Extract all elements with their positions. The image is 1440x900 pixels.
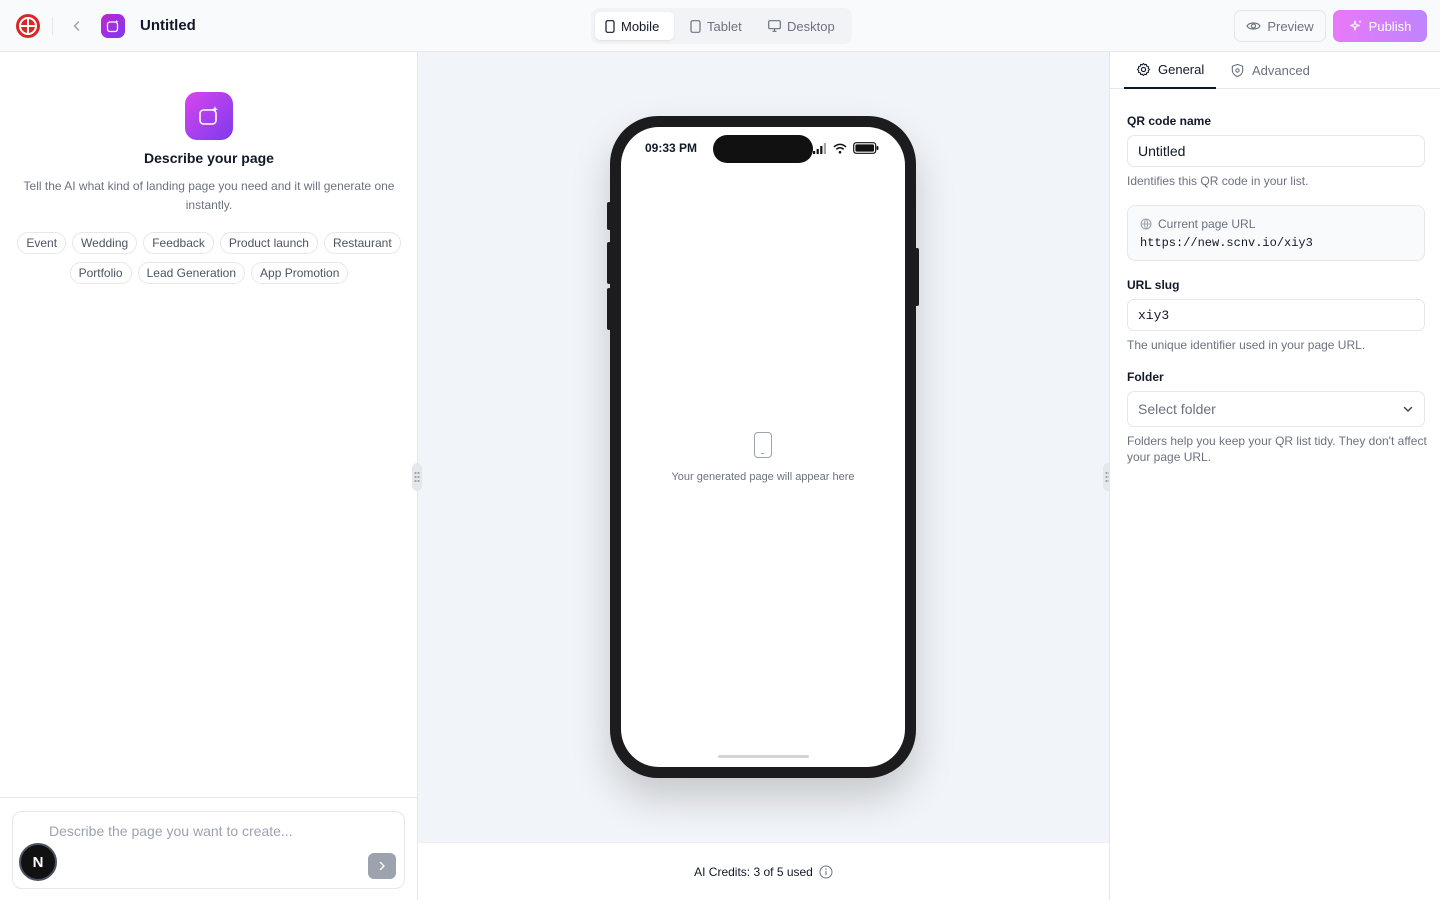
prompt-box [12,811,405,889]
preview-button[interactable]: Preview [1234,10,1326,42]
current-url-card: Current page URL https://new.scnv.io/xiy… [1127,205,1425,261]
qr-name-label: QR code name [1127,114,1212,128]
slug-label: URL slug [1127,278,1180,292]
credits-bar: AI Credits: 3 of 5 used [418,842,1109,900]
credits-row: AI Credits: 3 of 5 used [418,865,1109,879]
device-mobile-button[interactable]: Mobile [595,12,674,40]
chip-feedback[interactable]: Feedback [143,232,214,254]
sparkles-icon [1349,20,1362,31]
qr-name-input[interactable] [1127,135,1425,167]
suggestion-chips: Event Wedding Feedback Product launch Re… [14,232,404,284]
chip-app-promotion[interactable]: App Promotion [251,262,349,284]
current-url-label: Current page URL [1158,217,1256,231]
top-bar: Untitled Mobile Tablet Desktop Preview P… [0,0,1440,52]
folder-help: Folders help you keep your QR list tidy.… [1127,434,1427,464]
empty-state-text: Your generated page will appear here [671,471,855,483]
qr-name-help: Identifies this QR code in your list. [1127,174,1309,188]
back-button[interactable] [66,15,88,37]
phone-side-button [607,202,611,230]
eye-icon [1246,22,1262,30]
tab-general[interactable]: General [1124,52,1217,89]
prompt-area [0,797,417,900]
dynamic-island [713,135,813,163]
chevron-left-icon [73,21,80,31]
panel-title: Describe your page [144,150,274,166]
device-desktop-button[interactable]: Desktop [758,12,846,40]
current-url-title: Current page URL [1140,217,1255,231]
page-sparkle-icon [101,14,125,38]
chip-lead-generation[interactable]: Lead Generation [137,262,246,284]
mobile-placeholder-icon [754,432,772,458]
status-time: 09:33 PM [645,141,698,155]
device-tablet-label: Tablet [707,18,742,34]
avatar[interactable]: N [19,843,57,881]
gear-icon [1136,62,1151,77]
chevron-down-icon [1403,406,1413,412]
phone-frame: 09:33 PM Your generated page will appear… [607,116,919,778]
status-icons [813,142,879,154]
current-url-value: https://new.scnv.io/xiy3 [1140,236,1313,250]
mobile-icon [605,19,615,33]
device-mobile-label: Mobile [621,18,660,34]
wifi-icon [833,143,847,153]
phone-screen: 09:33 PM Your generated page will appear… [621,127,905,767]
phone-side-button [607,242,611,284]
panel-description: Tell the AI what kind of landing page yo… [23,179,395,212]
divider [52,17,53,35]
home-indicator [718,755,809,758]
ai-prompt-panel: Describe your page Tell the AI what kind… [0,52,418,900]
slug-help: The unique identifier used in your page … [1127,338,1366,352]
battery-icon [853,142,879,154]
document-title[interactable]: Untitled [140,17,196,34]
credits-text: AI Credits: 3 of 5 used [694,865,813,879]
chip-product-launch[interactable]: Product launch [219,232,318,254]
publish-button[interactable]: Publish [1333,10,1427,42]
chip-restaurant[interactable]: Restaurant [323,232,401,254]
chevron-right-icon [379,861,385,871]
device-desktop-label: Desktop [787,18,835,34]
send-button[interactable] [368,853,396,879]
phone-power-button [915,248,919,306]
brand-logo-icon[interactable] [16,14,40,38]
preview-label: Preview [1267,18,1314,34]
signal-icon [813,142,826,154]
folder-label: Folder [1127,370,1164,384]
device-switcher: Mobile Tablet Desktop [591,8,852,44]
tab-advanced-label: Advanced [1252,63,1310,78]
tablet-icon [690,19,701,33]
slug-input[interactable] [1127,299,1425,331]
device-tablet-button[interactable]: Tablet [680,12,752,40]
settings-tabs: General Advanced [1110,52,1440,89]
chip-portfolio[interactable]: Portfolio [69,262,132,284]
prompt-input[interactable] [49,820,389,842]
folder-select-value: Select folder [1138,401,1216,417]
settings-panel: General Advanced QR code name Identifies… [1109,52,1440,900]
page-sparkle-icon [185,92,233,140]
chip-wedding[interactable]: Wedding [72,232,138,254]
tab-general-label: General [1158,62,1205,77]
tab-advanced[interactable]: Advanced [1228,52,1312,89]
phone-side-button [607,288,611,330]
shield-icon [1231,63,1244,78]
globe-icon [1140,218,1152,230]
left-resize-handle[interactable] [412,463,422,491]
desktop-icon [768,20,781,32]
folder-select[interactable]: Select folder [1127,391,1425,427]
publish-label: Publish [1368,18,1412,34]
chip-event[interactable]: Event [17,232,67,254]
info-icon[interactable] [819,865,833,879]
